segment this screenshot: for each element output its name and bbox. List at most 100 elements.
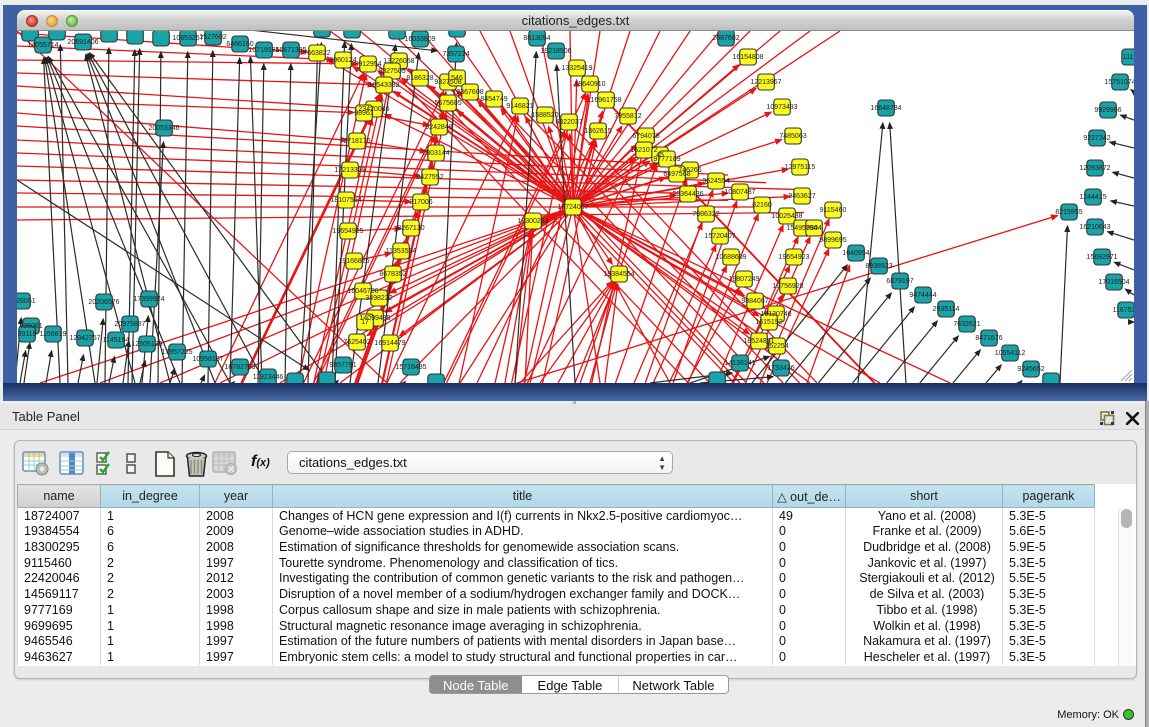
svg-text:7632621: 7632621	[953, 321, 980, 328]
svg-text:17957225: 17957225	[161, 349, 192, 356]
svg-text:19654923: 19654923	[778, 254, 809, 261]
svg-text:9899695: 9899695	[819, 237, 846, 244]
svg-text:16033809: 16033809	[404, 36, 435, 43]
svg-text:435061: 435061	[19, 323, 42, 330]
svg-text:15720407: 15720407	[704, 233, 735, 240]
svg-text:6497568: 6497568	[663, 171, 690, 178]
svg-text:15716485: 15716485	[395, 364, 426, 371]
svg-text:8267130: 8267130	[397, 225, 424, 232]
svg-text:39119: 39119	[18, 331, 37, 338]
svg-text:9327505: 9327505	[378, 68, 405, 75]
svg-text:10654112: 10654112	[995, 350, 1026, 357]
svg-text:9884067: 9884067	[741, 298, 768, 305]
svg-text:14136141: 14136141	[724, 360, 755, 367]
svg-text:17016504: 17016504	[1098, 279, 1129, 286]
svg-text:20206576: 20206576	[88, 299, 119, 306]
svg-text:1640954: 1640954	[842, 250, 869, 257]
svg-text:9245652: 9245652	[1017, 366, 1044, 373]
svg-text:13226058: 13226058	[383, 58, 414, 65]
svg-text:1733426: 1733426	[767, 365, 794, 372]
svg-text:9474444: 9474444	[909, 292, 936, 299]
svg-text:16671385: 16671385	[275, 47, 306, 54]
svg-text:9463627: 9463627	[788, 193, 815, 200]
svg-text:20053346: 20053346	[148, 125, 179, 132]
svg-text:1615152: 1615152	[755, 319, 782, 326]
svg-text:8471676: 8471676	[975, 335, 1002, 342]
svg-text:19654925: 19654925	[332, 228, 363, 235]
svg-text:12505135: 12505135	[131, 341, 162, 348]
svg-text:16961758: 16961758	[590, 97, 621, 104]
svg-text:12213967: 12213967	[750, 79, 781, 86]
svg-text:9242848: 9242848	[425, 124, 452, 131]
svg-text:8813054: 8813054	[523, 35, 550, 42]
svg-text:9929966: 9929966	[1094, 107, 1121, 114]
svg-text:16782759: 16782759	[224, 364, 255, 371]
svg-text:19218506: 19218506	[540, 48, 571, 55]
svg-text:16914479: 16914479	[374, 340, 405, 347]
svg-text:7663822: 7663822	[303, 50, 330, 57]
svg-text:20691406: 20691406	[67, 39, 98, 46]
svg-text:252254: 252254	[765, 343, 788, 350]
svg-text:6879197: 6879197	[886, 278, 913, 285]
svg-text:2087682: 2087682	[712, 35, 739, 42]
svg-text:14055714: 14055714	[27, 42, 58, 49]
svg-text:18300283: 18300283	[517, 218, 548, 225]
svg-text:12975115: 12975115	[785, 164, 816, 171]
svg-text:20364436: 20364436	[672, 191, 703, 198]
svg-text:2426051: 2426051	[17, 298, 36, 305]
svg-text:17: 17	[361, 319, 369, 326]
svg-text:1588520: 1588520	[531, 112, 558, 119]
svg-text:18724007: 18724007	[557, 204, 588, 211]
svg-text:1362615: 1362615	[584, 128, 611, 135]
svg-text:15751074: 15751074	[1104, 79, 1134, 86]
svg-text:18807249: 18807249	[728, 276, 759, 283]
svg-text:20975887: 20975887	[114, 321, 145, 328]
svg-text:1112: 1112	[1123, 54, 1134, 61]
svg-text:16120746: 16120746	[760, 311, 791, 318]
svg-text:546: 546	[451, 75, 463, 82]
svg-text:8427552: 8427552	[416, 174, 443, 181]
svg-text:7485063: 7485063	[779, 133, 806, 140]
svg-text:10688609: 10688609	[715, 254, 746, 261]
svg-text:16543382: 16543382	[368, 82, 399, 89]
svg-text:1527602: 1527602	[199, 34, 226, 41]
svg-text:10958107: 10958107	[192, 356, 223, 363]
svg-text:16648784: 16648784	[870, 105, 901, 112]
svg-text:9146821: 9146821	[506, 103, 533, 110]
svg-text:8938923: 8938923	[865, 263, 892, 270]
svg-text:7986322: 7986322	[692, 211, 719, 218]
svg-text:2803144: 2803144	[422, 150, 449, 157]
svg-text:9115460: 9115460	[820, 207, 847, 214]
svg-text:16046786: 16046786	[347, 288, 378, 295]
svg-text:8454749: 8454749	[480, 96, 507, 103]
svg-text:7625402: 7625402	[343, 339, 370, 346]
svg-text:18107554: 18107554	[330, 197, 361, 204]
svg-text:62160: 62160	[752, 202, 772, 209]
svg-text:19756928: 19756928	[772, 283, 803, 290]
svg-text:5675685: 5675685	[434, 100, 461, 107]
svg-text:3624554: 3624554	[702, 178, 729, 185]
svg-text:11353594: 11353594	[386, 248, 417, 255]
svg-text:16210643: 16210643	[1079, 224, 1110, 231]
svg-text:6794078: 6794078	[632, 133, 659, 140]
svg-text:7955812: 7955812	[614, 113, 641, 120]
svg-text:16154808: 16154808	[732, 54, 763, 61]
svg-text:2718176: 2718176	[343, 138, 370, 145]
svg-text:1167533: 1167533	[1113, 307, 1134, 314]
svg-text:9777169: 9777169	[653, 156, 680, 163]
svg-text:17359924: 17359924	[133, 296, 164, 303]
svg-text:8215955: 8215955	[1055, 209, 1082, 216]
svg-text:10973493: 10973493	[766, 104, 797, 111]
svg-text:1156819: 1156819	[40, 331, 67, 338]
svg-text:1244415: 1244415	[1079, 194, 1106, 201]
svg-text:9804: 9804	[806, 225, 822, 232]
svg-text:9227342: 9227342	[1083, 135, 1110, 142]
svg-text:10807487: 10807487	[724, 189, 755, 196]
svg-text:6322037: 6322037	[555, 119, 582, 126]
svg-text:8912954: 8912954	[354, 61, 381, 68]
svg-text:98961: 98961	[354, 110, 374, 117]
svg-text:18640910: 18640910	[574, 81, 605, 88]
svg-text:12213369: 12213369	[334, 167, 365, 174]
svg-text:8960124: 8960124	[329, 57, 356, 64]
svg-text:12093872: 12093872	[1079, 165, 1110, 172]
